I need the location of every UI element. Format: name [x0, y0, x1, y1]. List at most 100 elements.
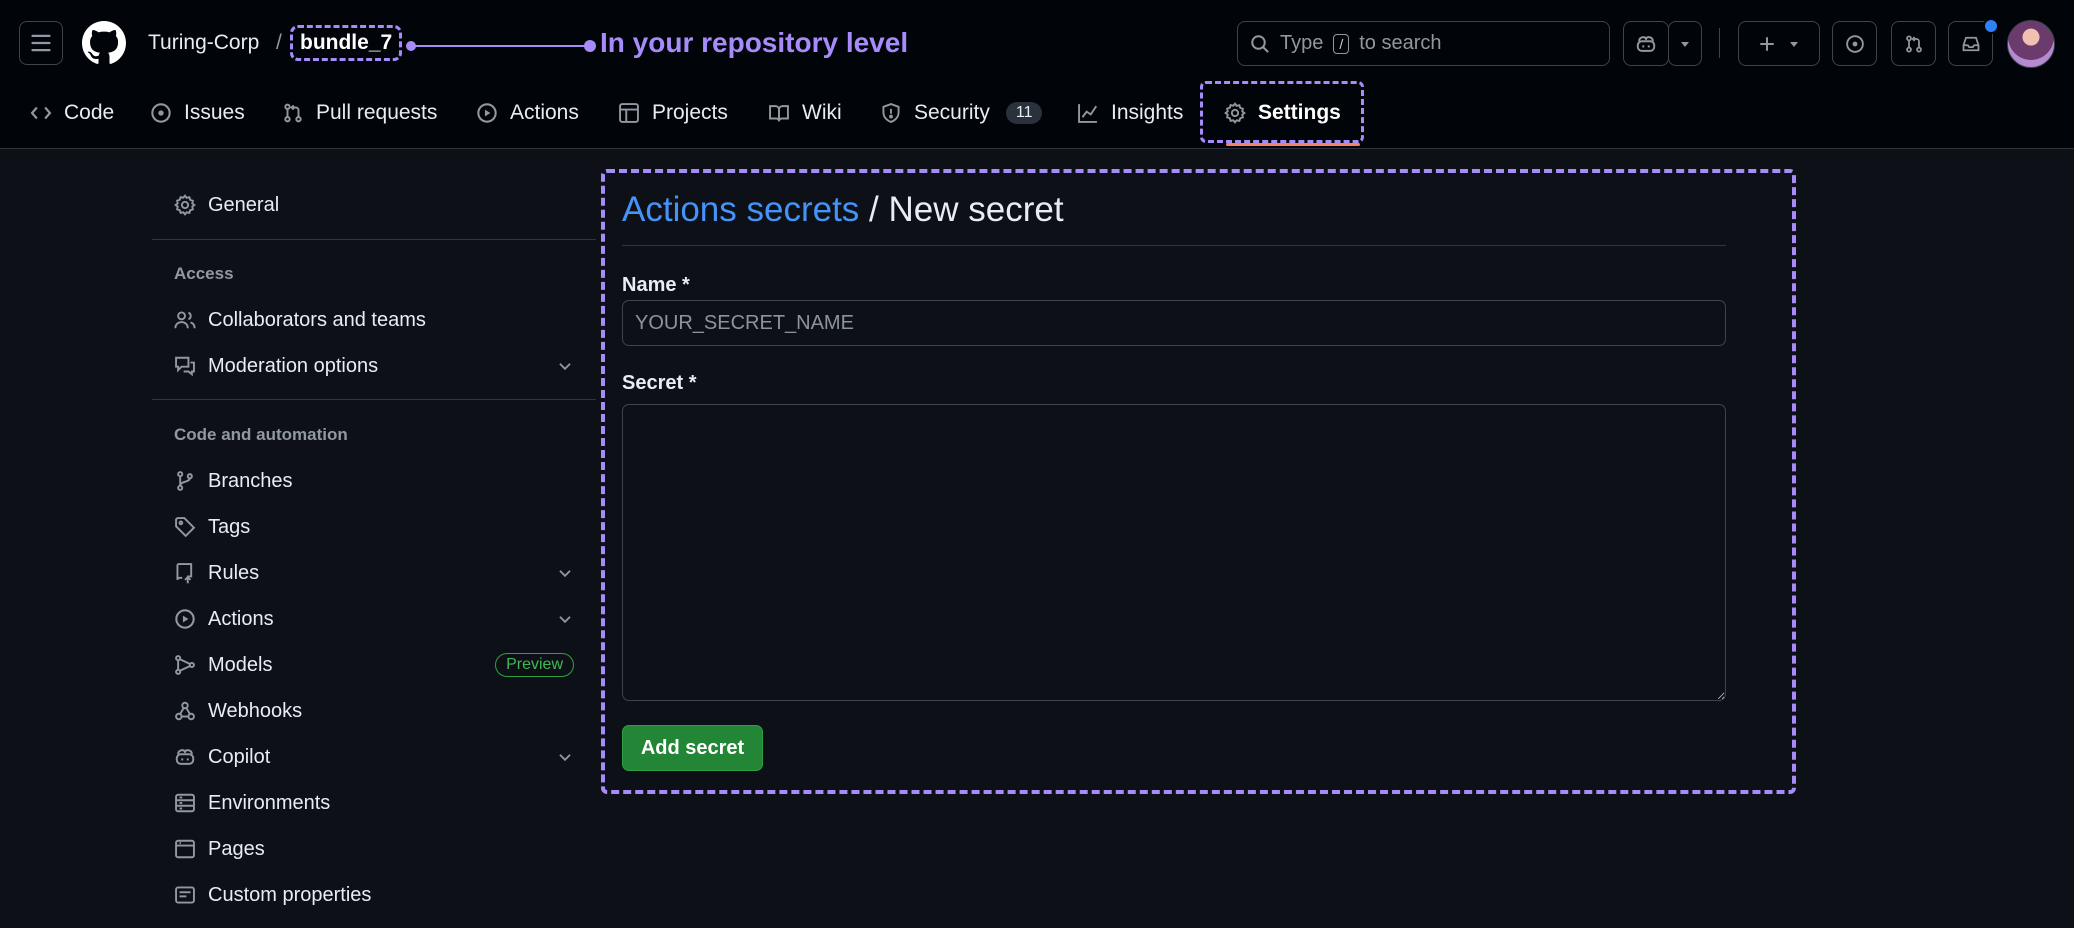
tab-label: Wiki [802, 101, 842, 124]
sidebar-item-label: Copilot [208, 745, 271, 768]
models-icon [175, 655, 195, 675]
sidebar-item-tags[interactable]: Tags [174, 509, 574, 545]
pull-request-icon [284, 103, 302, 123]
tab-security[interactable]: Security 11 [880, 96, 1043, 130]
triangle-down-icon [1681, 41, 1689, 47]
tab-code[interactable]: Code [30, 96, 114, 130]
tab-issues[interactable]: Issues [150, 96, 245, 130]
tab-label: Issues [184, 101, 245, 124]
tab-actions[interactable]: Actions [476, 96, 579, 130]
sidebar-item-label: Rules [208, 561, 260, 584]
sidebar-item-label: General [208, 193, 280, 216]
sidebar-heading-code: Code and automation [174, 425, 348, 444]
tab-label: Code [64, 101, 115, 124]
tab-insights[interactable]: Insights [1077, 96, 1183, 130]
sidebar-item-branches[interactable]: Branches [174, 463, 574, 499]
page-title: Actions secrets / New secret [622, 190, 1064, 230]
tab-wiki[interactable]: Wiki [768, 96, 842, 130]
add-secret-button[interactable]: Add secret [622, 725, 763, 771]
copilot-button[interactable] [1623, 21, 1669, 66]
annotation-label: In your repository level [600, 27, 909, 58]
tab-pull-requests[interactable]: Pull requests [282, 96, 437, 130]
inbox-icon [1962, 36, 1979, 51]
browser-icon [175, 839, 195, 859]
tab-label: Settings [1258, 101, 1341, 124]
app-header: Turing-Corp / bundle_7 In your repositor… [0, 0, 2074, 149]
annotation-connector [410, 45, 590, 47]
sidebar-item-label: Environments [208, 791, 331, 814]
security-count-badge: 11 [1005, 102, 1043, 124]
sidebar-heading-access: Access [174, 264, 234, 283]
sidebar-item-general[interactable]: General [174, 187, 574, 223]
sidebar-divider [152, 399, 596, 400]
sidebar-item-copilot[interactable]: Copilot [174, 739, 574, 775]
tab-label: Pull requests [316, 101, 438, 124]
sidebar-item-label: Custom properties [208, 883, 372, 906]
secret-name-input[interactable] [622, 300, 1726, 346]
sidebar-item-actions[interactable]: Actions [174, 601, 574, 637]
preview-badge: Preview [495, 653, 574, 677]
breadcrumb-separator: / [859, 190, 889, 229]
sidebar-item-pages[interactable]: Pages [174, 831, 574, 867]
repo-owner-link[interactable]: Turing-Corp [148, 31, 259, 55]
breadcrumb-current: New secret [888, 190, 1064, 229]
tab-label: Insights [1111, 101, 1184, 124]
search-input[interactable]: Type / to search [1237, 21, 1610, 66]
pull-requests-shortcut-button[interactable] [1891, 21, 1936, 66]
issues-shortcut-button[interactable] [1832, 21, 1877, 66]
pull-request-icon [1905, 34, 1922, 52]
sidebar-item-label: Branches [208, 469, 293, 492]
sidebar-item-label: Webhooks [208, 699, 303, 722]
avatar[interactable] [2007, 20, 2055, 68]
chevron-down-icon [559, 363, 571, 371]
table-icon [619, 103, 639, 123]
secret-label: Secret * [622, 372, 697, 394]
code-icon [30, 106, 52, 120]
tag-icon [175, 517, 196, 538]
search-placeholder-suffix: to search [1359, 32, 1442, 54]
github-logo-icon[interactable] [82, 21, 126, 65]
breadcrumb-actions-secrets-link[interactable]: Actions secrets [622, 190, 859, 229]
sidebar-item-webhooks[interactable]: Webhooks [174, 693, 574, 729]
sidebar-item-label: Pages [208, 837, 265, 860]
note-icon [175, 886, 195, 904]
repo-name-link[interactable]: bundle_7 [289, 25, 403, 61]
sidebar-item-environments[interactable]: Environments [174, 785, 574, 821]
tab-projects[interactable]: Projects [618, 96, 728, 130]
sidebar-item-custom-properties[interactable]: Custom properties [174, 877, 574, 913]
sidebar-item-label: Actions [208, 607, 274, 630]
play-icon [477, 103, 497, 123]
book-icon [769, 105, 789, 122]
sidebar-item-label: Tags [208, 515, 251, 538]
sidebar-item-label: Collaborators and teams [208, 308, 426, 331]
graph-icon [1078, 104, 1098, 123]
sidebar-item-label: Models [208, 653, 273, 676]
issue-icon [1845, 34, 1864, 53]
header-divider [1719, 28, 1720, 58]
tab-settings[interactable]: Settings [1224, 96, 1341, 130]
issue-icon [151, 103, 171, 123]
plus-icon [1760, 36, 1774, 51]
comment-discussion-icon [175, 356, 195, 377]
sidebar-item-rules[interactable]: Rules [174, 555, 574, 591]
shield-icon [882, 103, 900, 123]
chevron-down-icon [559, 570, 571, 578]
search-shortcut-key: / [1333, 33, 1350, 54]
menu-button[interactable] [19, 21, 63, 65]
title-divider [622, 245, 1726, 246]
chevron-down-icon [559, 616, 571, 624]
webhook-icon [175, 701, 195, 721]
repo-push-icon [176, 563, 193, 584]
sidebar-item-collaborators[interactable]: Collaborators and teams [174, 302, 574, 338]
selected-tab-indicator [1226, 143, 1360, 146]
notification-indicator [1983, 18, 1999, 34]
secret-value-textarea[interactable] [622, 404, 1726, 701]
sidebar-item-moderation[interactable]: Moderation options [174, 348, 574, 384]
annotation-dot [584, 40, 596, 52]
hamburger-icon [31, 34, 51, 52]
copilot-menu-button[interactable] [1668, 21, 1702, 66]
sidebar-item-models[interactable]: Models Preview [174, 647, 574, 683]
people-icon [174, 311, 196, 329]
create-new-button[interactable] [1738, 21, 1820, 66]
tab-label: Security [914, 101, 990, 124]
